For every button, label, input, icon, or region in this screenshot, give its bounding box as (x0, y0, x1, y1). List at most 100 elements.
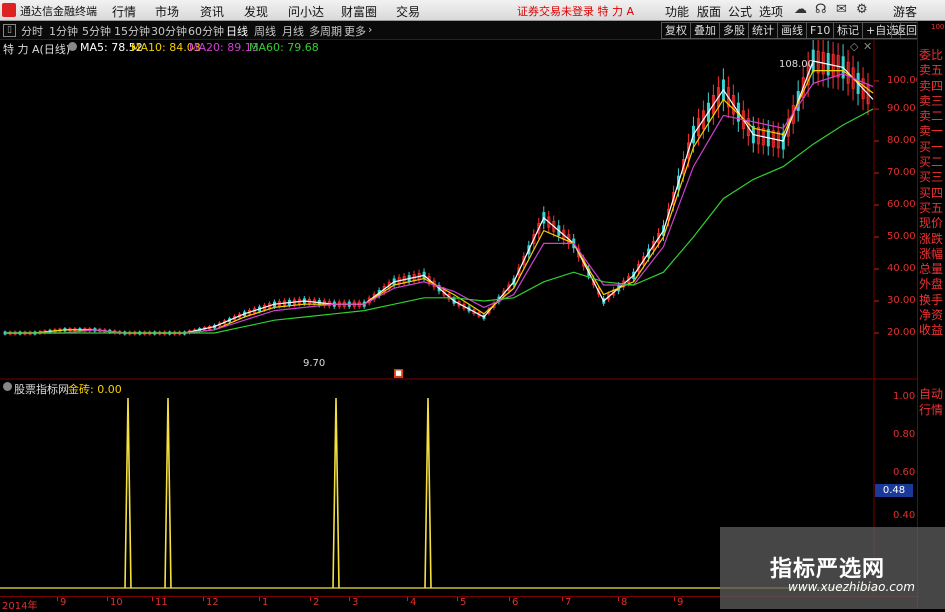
indicator-tick-label: 0.80 (893, 429, 916, 440)
date-tick-label: 12 (206, 597, 219, 608)
headset-icon[interactable]: ☊ (815, 2, 827, 17)
f10-button[interactable]: F10 (806, 22, 835, 39)
menu-layout[interactable]: 版面 (697, 3, 721, 20)
date-tick-label: 9 (677, 597, 684, 608)
tab-more[interactable]: 更多 (344, 23, 366, 39)
menu-quotes[interactable]: 行情 (112, 3, 136, 20)
message-icon[interactable]: ✉ (836, 2, 847, 17)
menu-news[interactable]: 资讯 (200, 3, 224, 20)
ma-line-ma60 (5, 108, 874, 334)
tab-monthly[interactable]: 月线 (282, 23, 304, 39)
app-logo-icon (2, 3, 16, 17)
side-label[interactable]: 卖二 (917, 109, 945, 124)
menu-ask[interactable]: 问小达 (288, 3, 324, 20)
date-tick-label: 2014年 (2, 601, 38, 612)
low-annotation: 9.70 (303, 358, 326, 369)
side-label[interactable]: 买四 (917, 186, 945, 201)
adjust-button[interactable]: 复权 (661, 22, 691, 39)
tab-1min[interactable]: 1分钟 (49, 23, 78, 39)
menu-wealth[interactable]: 财富圈 (341, 3, 377, 20)
price-tick-label: 90.00 (887, 103, 916, 114)
menu-discover[interactable]: 发现 (244, 3, 268, 20)
side-label[interactable]: 换手 (917, 293, 945, 308)
tab-5min[interactable]: 5分钟 (82, 23, 111, 39)
date-tick (310, 597, 311, 601)
indicator-source: 股票指标网 (14, 383, 69, 396)
tab-weekly[interactable]: 周线 (254, 23, 276, 39)
date-tick (259, 597, 260, 601)
menu-function[interactable]: 功能 (665, 3, 689, 20)
side-label[interactable]: 买二 (917, 155, 945, 170)
side-label[interactable]: 买五 (917, 201, 945, 216)
menu-bar: 通达信金融终端 行情 市场 资讯 发现 问小达 财富圈 交易 证券交易未登录 特… (0, 0, 945, 21)
menu-options[interactable]: 选项 (759, 3, 783, 20)
date-tick (57, 597, 58, 601)
side-label[interactable]: 总量 (917, 262, 945, 277)
side-label[interactable]: 净资 (917, 308, 945, 323)
side-label[interactable]: 外盘 (917, 277, 945, 292)
collapse-icon[interactable]: ▯ (3, 24, 16, 37)
high-annotation: 108.00 (779, 59, 814, 70)
date-tick (349, 597, 350, 601)
price-tick-label: 30.00 (887, 295, 916, 306)
side-label[interactable]: 现价 (917, 216, 945, 231)
draw-button[interactable]: 画线 (777, 22, 807, 39)
guest-label[interactable]: 游客 (893, 3, 917, 20)
cloud-icon[interactable]: ☁ (794, 2, 807, 17)
tab-intraday[interactable]: 分时 (21, 23, 43, 39)
date-tick-label: 3 (352, 597, 359, 608)
tab-daily[interactable]: 日线 (226, 23, 248, 39)
price-tick-label: 60.00 (887, 199, 916, 210)
date-tick-label: 6 (512, 597, 519, 608)
overlay-button[interactable]: 叠加 (690, 22, 720, 39)
side-label[interactable]: 卖四 (917, 79, 945, 94)
tab-multi-period[interactable]: 多周期 (309, 23, 342, 39)
event-marker-icon[interactable]: ■ (394, 369, 403, 378)
date-tick (152, 597, 153, 601)
price-tick-label: 40.00 (887, 263, 916, 274)
side-label[interactable]: 卖三 (917, 94, 945, 109)
tab-60min[interactable]: 60分钟 (188, 23, 224, 39)
side-label[interactable]: 买三 (917, 170, 945, 185)
indicator-tick-label: 1.00 (893, 391, 916, 402)
indicator-settings-icon[interactable] (3, 382, 12, 391)
stats-button[interactable]: 统计 (748, 22, 778, 39)
price-tick-label: 70.00 (887, 167, 916, 178)
indicator-pulse (424, 397, 432, 589)
date-tick (674, 597, 675, 601)
date-tick-label: 11 (155, 597, 168, 608)
tab-30min[interactable]: 30分钟 (151, 23, 187, 39)
side-label[interactable]: 涨幅 (917, 247, 945, 262)
date-tick (407, 597, 408, 601)
side-label[interactable]: 卖一 (917, 124, 945, 139)
side-label[interactable]: 涨跌 (917, 232, 945, 247)
indicator-pulse (124, 397, 132, 589)
menu-market[interactable]: 市场 (155, 3, 179, 20)
side-label[interactable]: 买一 (917, 140, 945, 155)
tab-15min[interactable]: 15分钟 (114, 23, 150, 39)
menu-formula[interactable]: 公式 (728, 3, 752, 20)
side-label-lower[interactable]: 自动 (917, 386, 945, 402)
indicator-pulse (164, 397, 172, 589)
date-tick-label: 4 (410, 597, 417, 608)
chevron-right-icon[interactable]: › (368, 23, 372, 36)
side-label[interactable]: 收益 (917, 323, 945, 338)
side-label[interactable]: 委比 (917, 48, 945, 63)
multi-stock-button[interactable]: 多股 (719, 22, 749, 39)
side-label[interactable]: 卖五 (917, 63, 945, 78)
date-tick-label: 9 (60, 597, 67, 608)
date-tick-label: 8 (621, 597, 628, 608)
date-tick (203, 597, 204, 601)
settings-icon[interactable]: ⚙ (856, 2, 868, 17)
price-tick-label: 50.00 (887, 231, 916, 242)
watermark-url: www.xuezhibiao.com (788, 580, 915, 594)
mark-button[interactable]: 标记 (833, 22, 863, 39)
side-label-lower[interactable]: 行情 (917, 402, 945, 418)
date-tick (509, 597, 510, 601)
app-title: 通达信金融终端 (20, 5, 97, 18)
current-indicator-value: 0.48 (875, 484, 913, 497)
date-tick-label: 2 (313, 597, 320, 608)
watermark-title: 指标严选网 (770, 557, 886, 582)
kline-chart[interactable] (0, 40, 917, 595)
menu-trade[interactable]: 交易 (396, 3, 420, 20)
